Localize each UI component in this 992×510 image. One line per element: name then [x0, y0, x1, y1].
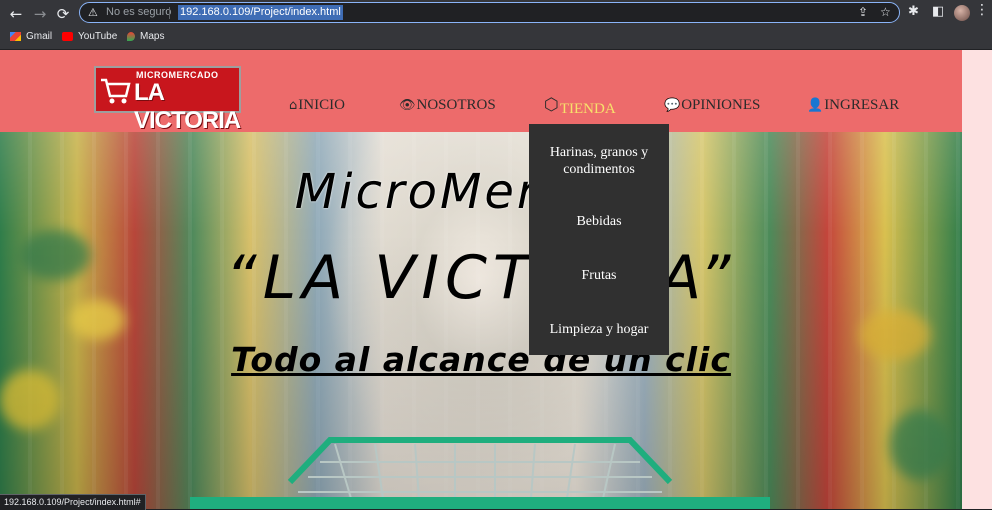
nav-ingresar[interactable]: 👤 INGRESAR [807, 97, 899, 114]
youtube-icon [62, 32, 73, 41]
dropdown-item-harinas[interactable]: Harinas, granos y condimentos [529, 144, 669, 178]
back-icon[interactable]: ← [5, 3, 27, 25]
logo-main-text: LA VICTORIA [134, 79, 241, 134]
divider [169, 7, 170, 19]
bookmark-maps[interactable]: Maps [127, 31, 164, 42]
status-bar-url: 192.168.0.109/Project/index.html# [0, 494, 146, 510]
bookmark-label: Gmail [26, 31, 53, 42]
browser-menu-icon[interactable]: ⋮ [975, 2, 989, 18]
nav-inicio[interactable]: ⌂ INICIO [289, 97, 345, 114]
bookmark-label: YouTube [78, 31, 118, 42]
scrollbar-track[interactable] [962, 50, 992, 509]
nav-label: OPINIONES [681, 97, 761, 113]
home-icon: ⌂ [289, 98, 298, 113]
cart-icon [101, 78, 131, 104]
bookmark-youtube[interactable]: YouTube [62, 31, 117, 42]
dropdown-item-limpieza[interactable]: Limpieza y hogar [529, 321, 669, 338]
profile-avatar[interactable] [954, 5, 970, 21]
nav-opiniones[interactable]: 💬 OPINIONES [664, 97, 760, 114]
bookmark-gmail[interactable]: Gmail [10, 31, 52, 42]
gmail-icon [10, 32, 21, 41]
dropdown-item-frutas[interactable]: Frutas [529, 267, 669, 284]
tienda-dropdown: Harinas, granos y condimentos Bebidas Fr… [529, 124, 669, 355]
bookmark-star-icon[interactable]: ☆ [880, 5, 891, 19]
eye-icon: 👁 [399, 98, 416, 113]
forward-icon[interactable]: → [29, 3, 51, 25]
web-page: MicroMercado “LA VICTORIA” Todo al alcan… [0, 50, 992, 509]
url-text[interactable]: 192.168.0.109/Project/index.html [178, 5, 343, 20]
user-icon: 👤 [807, 98, 824, 113]
site-header: MICROMERCADO LA VICTORIA ⌂ INICIO 👁 NOSO… [0, 50, 962, 134]
box-icon: ⬡ [544, 95, 559, 115]
sidebar-icon[interactable]: ◧ [932, 4, 944, 19]
hero-tagline: Todo al alcance de un clic [231, 340, 731, 379]
shopping-cart-image [190, 437, 770, 509]
reload-icon[interactable]: ⟳ [52, 3, 74, 25]
share-icon[interactable]: ⇪ [858, 5, 868, 19]
warning-icon[interactable]: ⚠ [88, 6, 98, 19]
maps-icon [127, 32, 135, 41]
hero-title: MicroMercado [294, 164, 668, 220]
nav-label: INGRESAR [824, 97, 900, 113]
extensions-icon[interactable]: ✱ [908, 4, 919, 19]
address-bar[interactable]: ⚠ No es seguro 192.168.0.109/Project/ind… [79, 2, 900, 23]
comment-icon: 💬 [664, 98, 681, 113]
dropdown-item-bebidas[interactable]: Bebidas [529, 213, 669, 230]
security-label[interactable]: No es seguro [106, 6, 171, 18]
hero-subtitle: “LA VICTORIA” [225, 243, 737, 313]
browser-toolbar: ← → ⟳ ⚠ No es seguro 192.168.0.109/Proje… [0, 0, 992, 27]
nav-label: NOSOTROS [416, 97, 496, 113]
site-logo[interactable]: MICROMERCADO LA VICTORIA [94, 66, 241, 134]
bookmark-label: Maps [140, 31, 165, 42]
nav-label: INICIO [298, 97, 345, 113]
bookmarks-bar: Gmail YouTube Maps [0, 27, 992, 50]
nav-label: TIENDA [559, 101, 616, 117]
nav-nosotros[interactable]: 👁 NOSOTROS [399, 97, 496, 114]
nav-tienda[interactable]: ⬡ TIENDA [544, 92, 616, 118]
